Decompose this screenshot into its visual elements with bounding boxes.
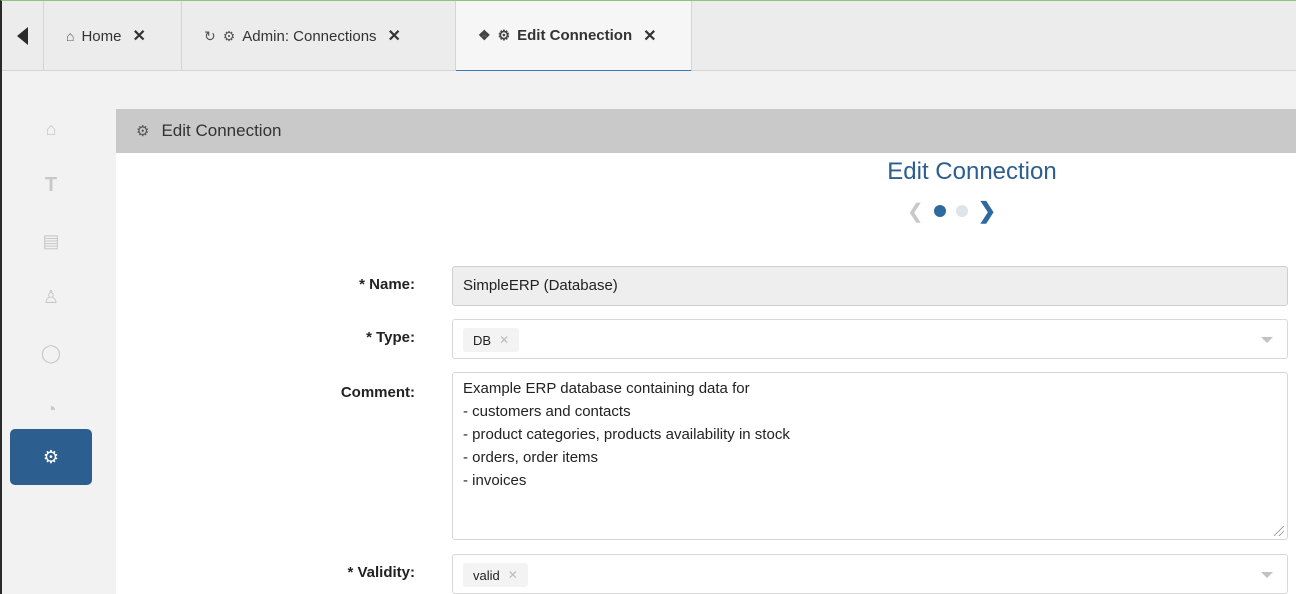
- validity-label: * Validity:: [347, 564, 415, 581]
- chevron-right-icon[interactable]: ❯: [978, 198, 996, 224]
- close-icon[interactable]: ✕: [132, 26, 145, 46]
- resize-handle-icon[interactable]: [1274, 526, 1284, 536]
- sidebar-item-admin[interactable]: ⚙: [10, 429, 92, 485]
- remove-chip-icon[interactable]: ✕: [508, 568, 518, 582]
- tab-label: Edit Connection: [517, 27, 633, 44]
- wizard-pager: ❮ ❯: [907, 198, 996, 224]
- type-chip: DB ✕: [463, 328, 520, 352]
- pager-dot-active[interactable]: [933, 205, 946, 217]
- comment-line: - orders, order items: [463, 449, 599, 466]
- comment-line: - invoices: [463, 472, 527, 489]
- gear-icon: ⚙: [136, 123, 150, 140]
- comment-line: - customers and contacts: [463, 403, 631, 420]
- comment-line: Example ERP database containing data for: [463, 380, 750, 397]
- name-label: * Name:: [359, 276, 415, 293]
- sidebar-item-text[interactable]: T: [10, 157, 92, 213]
- sidebar-item-home[interactable]: ⌂: [10, 101, 92, 157]
- sidebar-item-ideas[interactable]: ◯: [10, 325, 92, 381]
- comment-textarea[interactable]: Example ERP database containing data for…: [452, 372, 1288, 540]
- panel-header-title: Edit Connection: [161, 121, 282, 140]
- comment-label: Comment:: [340, 384, 415, 401]
- form-title: Edit Connection: [887, 158, 1057, 185]
- chevron-down-icon[interactable]: [1261, 337, 1273, 343]
- type-label: * Type:: [366, 329, 415, 346]
- database-icon: ▤: [42, 230, 60, 251]
- name-field[interactable]: SimpleERP (Database): [452, 266, 1288, 306]
- close-icon[interactable]: ✕: [388, 26, 401, 46]
- sidebar: ⌂ T ▤ ♙ ◯ ◔ ⚙: [2, 71, 98, 594]
- type-select[interactable]: DB ✕: [452, 319, 1288, 359]
- remove-chip-icon[interactable]: ✕: [499, 333, 509, 347]
- panel-header: ⚙ Edit Connection: [116, 109, 1296, 153]
- gear-icon: ⚙: [497, 27, 511, 43]
- pie-chart-icon: ◔: [45, 398, 57, 419]
- sidebar-item-database[interactable]: ▤: [10, 213, 92, 269]
- user-settings-icon: ⚙: [42, 446, 60, 467]
- validity-chip-label: valid: [473, 567, 500, 583]
- tab-edit-connection[interactable]: ❖ ⚙ Edit Connection ✕: [456, 1, 692, 72]
- tab-admin-connections[interactable]: ↻ ⚙ Admin: Connections ✕: [182, 1, 456, 71]
- app-window: ⌂ Home ✕ ↻ ⚙ Admin: Connections ✕ ❖ ⚙ Ed…: [0, 0, 1296, 594]
- home-icon: ⌂: [66, 28, 75, 44]
- text-icon: T: [44, 173, 58, 196]
- type-chip-label: DB: [473, 332, 492, 348]
- refresh-icon: ↻: [204, 27, 216, 44]
- name-value: SimpleERP (Database): [463, 277, 618, 294]
- validity-chip: valid ✕: [463, 563, 528, 587]
- sidebar-item-users[interactable]: ♙: [10, 269, 92, 325]
- pin-icon[interactable]: ❖: [478, 27, 491, 44]
- tab-bar: ⌂ Home ✕ ↻ ⚙ Admin: Connections ✕ ❖ ⚙ Ed…: [2, 1, 1296, 72]
- tab-home[interactable]: ⌂ Home ✕: [44, 1, 182, 71]
- users-icon: ♙: [42, 286, 60, 307]
- comment-line: - product categories, products availabil…: [463, 426, 790, 443]
- chevron-down-icon[interactable]: [1261, 572, 1273, 578]
- tab-label: Home: [81, 27, 122, 45]
- validity-select[interactable]: valid ✕: [452, 554, 1288, 594]
- tab-label: Admin: Connections: [242, 27, 377, 45]
- lightbulb-icon: ◯: [40, 342, 62, 363]
- user-settings-icon: ⚙: [222, 27, 236, 44]
- home-icon: ⌂: [45, 118, 57, 139]
- back-button[interactable]: [2, 1, 44, 71]
- pager-dot[interactable]: [955, 205, 968, 217]
- back-arrow-icon: [17, 27, 28, 45]
- close-icon[interactable]: ✕: [643, 26, 656, 46]
- chevron-left-icon[interactable]: ❮: [907, 199, 924, 224]
